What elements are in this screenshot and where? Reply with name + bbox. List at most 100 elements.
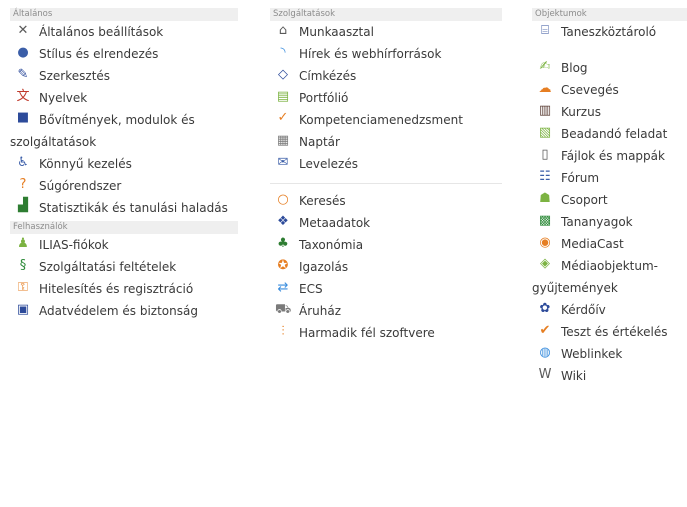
menu-item-lock[interactable]: ▣ Adatvédelem és biztonság	[10, 300, 238, 322]
menu-item-help[interactable]: ? Súgórendszer	[10, 175, 238, 197]
menu-item-ecs[interactable]: ⇄ ECS	[270, 278, 502, 300]
plugin-icon: ■	[16, 110, 30, 125]
course-icon: ▥	[538, 103, 552, 118]
weblink-icon: ◍	[539, 345, 551, 360]
wiki-icon: W	[538, 367, 552, 382]
menu-item-calendar[interactable]: ▦ Naptár	[270, 131, 502, 153]
tree-icon: ♣	[277, 236, 289, 251]
users-icon: ♟	[17, 236, 29, 251]
menu-item-tools[interactable]: ✕ Általános beállítások	[10, 21, 238, 43]
menu-item-metadata[interactable]: ❖ Metaadatok	[270, 212, 502, 234]
menu-item-tree[interactable]: ♣ Taxonómia	[270, 234, 502, 256]
group-icon: ☗	[539, 191, 551, 206]
menu-item-wiki[interactable]: W Wiki	[532, 365, 687, 387]
menu-item-label: Munkaasztal	[299, 25, 374, 39]
menu-item-repository[interactable]: ⌸ Taneszköztároló	[532, 21, 687, 43]
menu-item-users[interactable]: ♟ ILIAS-fiókok	[10, 234, 238, 256]
menu-item-label: Blog	[561, 61, 588, 75]
menu-item-assignment[interactable]: ▧ Beadandó feladat	[532, 123, 687, 145]
menu-item-label: Kérdőív	[561, 303, 606, 317]
section-divider	[270, 183, 502, 184]
menu-item-label: Hírek és webhírforrások	[299, 47, 442, 61]
menu-item-chat[interactable]: ☁ Csevegés	[532, 79, 687, 101]
menu-item-label: Könnyű kezelés	[39, 157, 132, 171]
menu-item-group[interactable]: ☗ Csoport	[532, 189, 687, 211]
menu-item-label: Wiki	[561, 369, 587, 383]
menu-item-forum[interactable]: ☷ Fórum	[532, 167, 687, 189]
menu-item-label: Taxonómia	[299, 238, 364, 252]
menu-item-certificate[interactable]: ✪ Igazolás	[270, 256, 502, 278]
menu-item-label: ILIAS-fiókok	[39, 238, 109, 252]
menu-item-pencil[interactable]: ✎ Szerkesztés	[10, 65, 238, 87]
menu-item-label: MediaCast	[561, 237, 624, 251]
menu-item-search[interactable]: ○ Keresés	[270, 190, 502, 212]
menu-item-weblink[interactable]: ◍ Weblinkek	[532, 343, 687, 365]
file-icon: ▯	[541, 147, 549, 162]
rss-icon: ◝	[280, 45, 286, 60]
menu-item-label: Adatvédelem és biztonság	[39, 304, 198, 318]
menu-item-label: Csevegés	[561, 83, 619, 97]
menu-item-blog[interactable]: ✍ Blog	[532, 57, 687, 79]
pencil-icon: ✎	[17, 67, 29, 82]
menu-item-test[interactable]: ✔ Teszt és értékelés	[532, 321, 687, 343]
menu-item-mediacast[interactable]: ◉ MediaCast	[532, 233, 687, 255]
column-services: Szolgáltatások ⌂ Munkaasztal ◝ Hírek és web…	[270, 8, 502, 344]
menu-item-portfolio[interactable]: ▤ Portfólió	[270, 87, 502, 109]
menu-item-label: Naptár	[299, 135, 340, 149]
menu-item-plugin[interactable]: ■ Bővítmények, modulok és szolgáltatások	[10, 109, 238, 153]
learning-module-icon: ▩	[538, 213, 552, 228]
menu-item-label: Bővítmények, modulok és szolgáltatások	[10, 113, 195, 149]
palette-icon: ●	[17, 45, 29, 60]
menu-item-accessibility[interactable]: ♿ Könnyű kezelés	[10, 153, 238, 175]
menu-item-label: Szerkesztés	[39, 69, 111, 83]
menu-item-mail[interactable]: ✉ Levelezés	[270, 153, 502, 175]
mail-icon: ✉	[277, 155, 289, 170]
tools-icon: ✕	[17, 23, 29, 38]
repository-icon: ⌸	[541, 23, 549, 38]
mediacast-icon: ◉	[539, 235, 551, 250]
menu-item-media-pool[interactable]: ◈ Médiaobjektum-gyűjtemények	[532, 255, 687, 299]
menu-item-label: Keresés	[299, 194, 346, 208]
menu-item-label: Fájlok és mappák	[561, 149, 665, 163]
portfolio-icon: ▤	[276, 89, 290, 104]
menu-item-language[interactable]: 文 Nyelvek	[10, 87, 238, 109]
menu-item-label: Levelezés	[299, 157, 358, 171]
menu-item-sliders[interactable]: ⫶ Harmadik fél szoftvere	[270, 322, 502, 344]
menu-item-learning-module[interactable]: ▩ Tananyagok	[532, 211, 687, 233]
menu-item-rss[interactable]: ◝ Hírek és webhírforrások	[270, 43, 502, 65]
menu-item-label: Kompetenciamenedzsment	[299, 113, 463, 127]
menu-item-terms[interactable]: § Szolgáltatási feltételek	[10, 256, 238, 278]
menu-item-label: ECS	[299, 282, 323, 296]
metadata-icon: ❖	[277, 214, 289, 229]
menu-item-label: Kurzus	[561, 105, 601, 119]
menu-item-survey[interactable]: ✿ Kérdőív	[532, 299, 687, 321]
menu-item-key[interactable]: ⚿ Hitelesítés és regisztráció	[10, 278, 238, 300]
menu-item-competence[interactable]: ✓ Kompetenciamenedzsment	[270, 109, 502, 131]
menu-item-shop[interactable]: ⛟ Áruház	[270, 300, 502, 322]
section-header-services: Szolgáltatások	[270, 8, 502, 21]
menu-item-label: Weblinkek	[561, 347, 623, 361]
menu-item-label: Áruház	[299, 304, 342, 318]
menu-item-desk[interactable]: ⌂ Munkaasztal	[270, 21, 502, 43]
ecs-icon: ⇄	[277, 280, 289, 295]
accessibility-icon: ♿	[17, 155, 29, 170]
certificate-icon: ✪	[277, 258, 289, 273]
media-pool-icon: ◈	[540, 256, 550, 271]
menu-item-palette[interactable]: ● Stílus és elrendezés	[10, 43, 238, 65]
help-icon: ?	[19, 177, 27, 192]
language-icon: 文	[16, 89, 30, 104]
shop-icon: ⛟	[275, 302, 292, 317]
chart-icon: ▟	[18, 198, 28, 213]
menu-item-label: Portfólió	[299, 91, 349, 105]
menu-item-label: Tananyagok	[561, 215, 633, 229]
menu-item-label: Teszt és értékelés	[561, 325, 668, 339]
section-header-general: Általános	[10, 8, 238, 21]
menu-item-tag[interactable]: ◇ Címkézés	[270, 65, 502, 87]
menu-item-label: Taneszköztároló	[561, 25, 657, 39]
menu-item-course[interactable]: ▥ Kurzus	[532, 101, 687, 123]
menu-item-label: Igazolás	[299, 260, 349, 274]
lock-icon: ▣	[16, 302, 30, 317]
menu-item-file[interactable]: ▯ Fájlok és mappák	[532, 145, 687, 167]
menu-item-chart[interactable]: ▟ Statisztikák és tanulási haladás	[10, 197, 238, 219]
